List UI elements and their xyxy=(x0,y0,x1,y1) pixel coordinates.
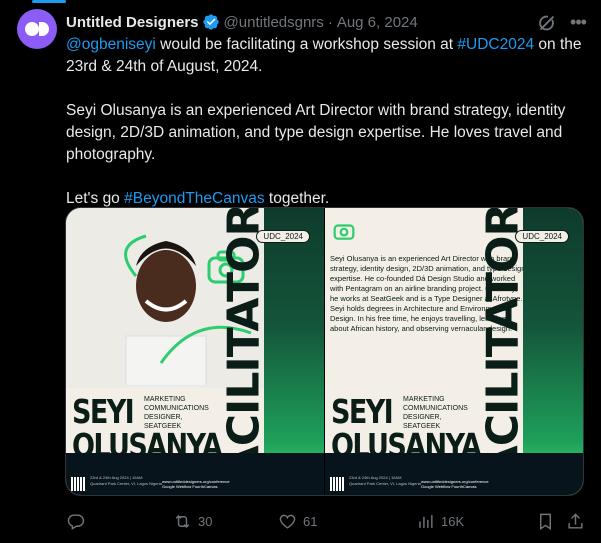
tweet-paragraph: Seyi Olusanya is an experienced Art Dire… xyxy=(66,102,566,163)
footer-line: Quadrant Park Center, VI, Lagos Nigeria xyxy=(90,481,162,486)
brand-logo-icon xyxy=(25,22,49,36)
reply-icon xyxy=(67,514,85,530)
tweet-text: @ogbeniseyi would be facilitating a work… xyxy=(66,34,586,232)
tweet-text-segment: Let's go xyxy=(66,190,125,207)
avatar[interactable] xyxy=(17,9,57,49)
sponsor-logos: Google Webflow FourthCanvas xyxy=(421,484,477,489)
tweet-date[interactable]: Aug 6, 2024 xyxy=(337,14,418,31)
footer-event-info: 23rd & 24th Aug 2024 | 10AM Quadrant Par… xyxy=(349,475,421,487)
camera-icon xyxy=(333,224,355,240)
sponsor-row: www.untitleddesigners.org/conference Goo… xyxy=(421,479,489,489)
media-image-1[interactable]: FACILITATOR UDC_2024 SEYI OLUSANYA MARKE… xyxy=(66,208,324,495)
tweet[interactable]: Untitled Designers @untitledsgnrs · Aug … xyxy=(0,0,601,543)
retweet-count: 30 xyxy=(198,514,213,529)
like-count: 61 xyxy=(303,514,318,529)
hashtag-link[interactable]: #BeyondTheCanvas xyxy=(124,190,264,207)
separator: · xyxy=(327,13,333,31)
sponsor-row: www.untitleddesigners.org/conference Goo… xyxy=(162,479,230,489)
role-text: MARKETING COMMUNICATIONS DESIGNER, SEATG… xyxy=(144,396,209,430)
footer-line: Quadrant Park Center, VI, Lagos Nigeria xyxy=(349,481,421,486)
poster-footer: 23rd & 24th Aug 2024 | 10AM Quadrant Par… xyxy=(66,453,324,495)
tweet-text-segment: would be facilitating a workshop session… xyxy=(155,36,458,53)
mention-link[interactable]: @ogbeniseyi xyxy=(66,36,156,53)
tweet-text-segment: together. xyxy=(264,190,330,207)
tweet-header: Untitled Designers @untitledsgnrs · Aug … xyxy=(66,12,418,32)
bookmark-icon xyxy=(540,513,551,530)
views-icon xyxy=(419,515,433,528)
reply-button[interactable] xyxy=(66,512,91,531)
like-icon xyxy=(279,514,296,529)
share-button[interactable] xyxy=(566,512,585,531)
role-text: MARKETING COMMUNICATIONS DESIGNER, SEATG… xyxy=(403,396,468,430)
media-image-2[interactable]: Seyi Olusanya is an experienced Art Dire… xyxy=(325,208,583,495)
udc-tag: UDC_2024 xyxy=(256,230,310,243)
qr-code xyxy=(330,477,344,491)
first-name: SEYI xyxy=(331,392,394,431)
bookmark-button[interactable] xyxy=(536,512,555,531)
hashtag-link[interactable]: #UDC2024 xyxy=(457,36,534,53)
footer-event-info: 23rd & 24th Aug 2024 | 10AM Quadrant Par… xyxy=(90,475,162,487)
poster-footer: 23rd & 24th Aug 2024 | 10AM Quadrant Par… xyxy=(325,453,583,495)
retweet-icon xyxy=(175,514,190,529)
sponsor-logos: Google Webflow FourthCanvas xyxy=(162,484,218,489)
grok-icon[interactable] xyxy=(536,12,558,34)
author-handle[interactable]: @untitledsgnrs xyxy=(224,14,324,31)
verified-badge-icon xyxy=(202,14,219,30)
views-button[interactable]: 16K xyxy=(416,512,464,531)
more-icon[interactable]: ••• xyxy=(566,11,590,33)
udc-tag: UDC_2024 xyxy=(515,230,569,243)
qr-code xyxy=(71,477,85,491)
media-gallery[interactable]: FACILITATOR UDC_2024 SEYI OLUSANYA MARKE… xyxy=(65,207,584,496)
like-button[interactable]: 61 xyxy=(278,512,317,531)
views-count: 16K xyxy=(441,514,465,529)
action-bar: 30 61 16K xyxy=(66,506,586,536)
first-name: SEYI xyxy=(72,392,135,431)
author-name[interactable]: Untitled Designers xyxy=(66,14,199,31)
retweet-button[interactable]: 30 xyxy=(173,512,212,531)
share-icon xyxy=(568,513,583,529)
